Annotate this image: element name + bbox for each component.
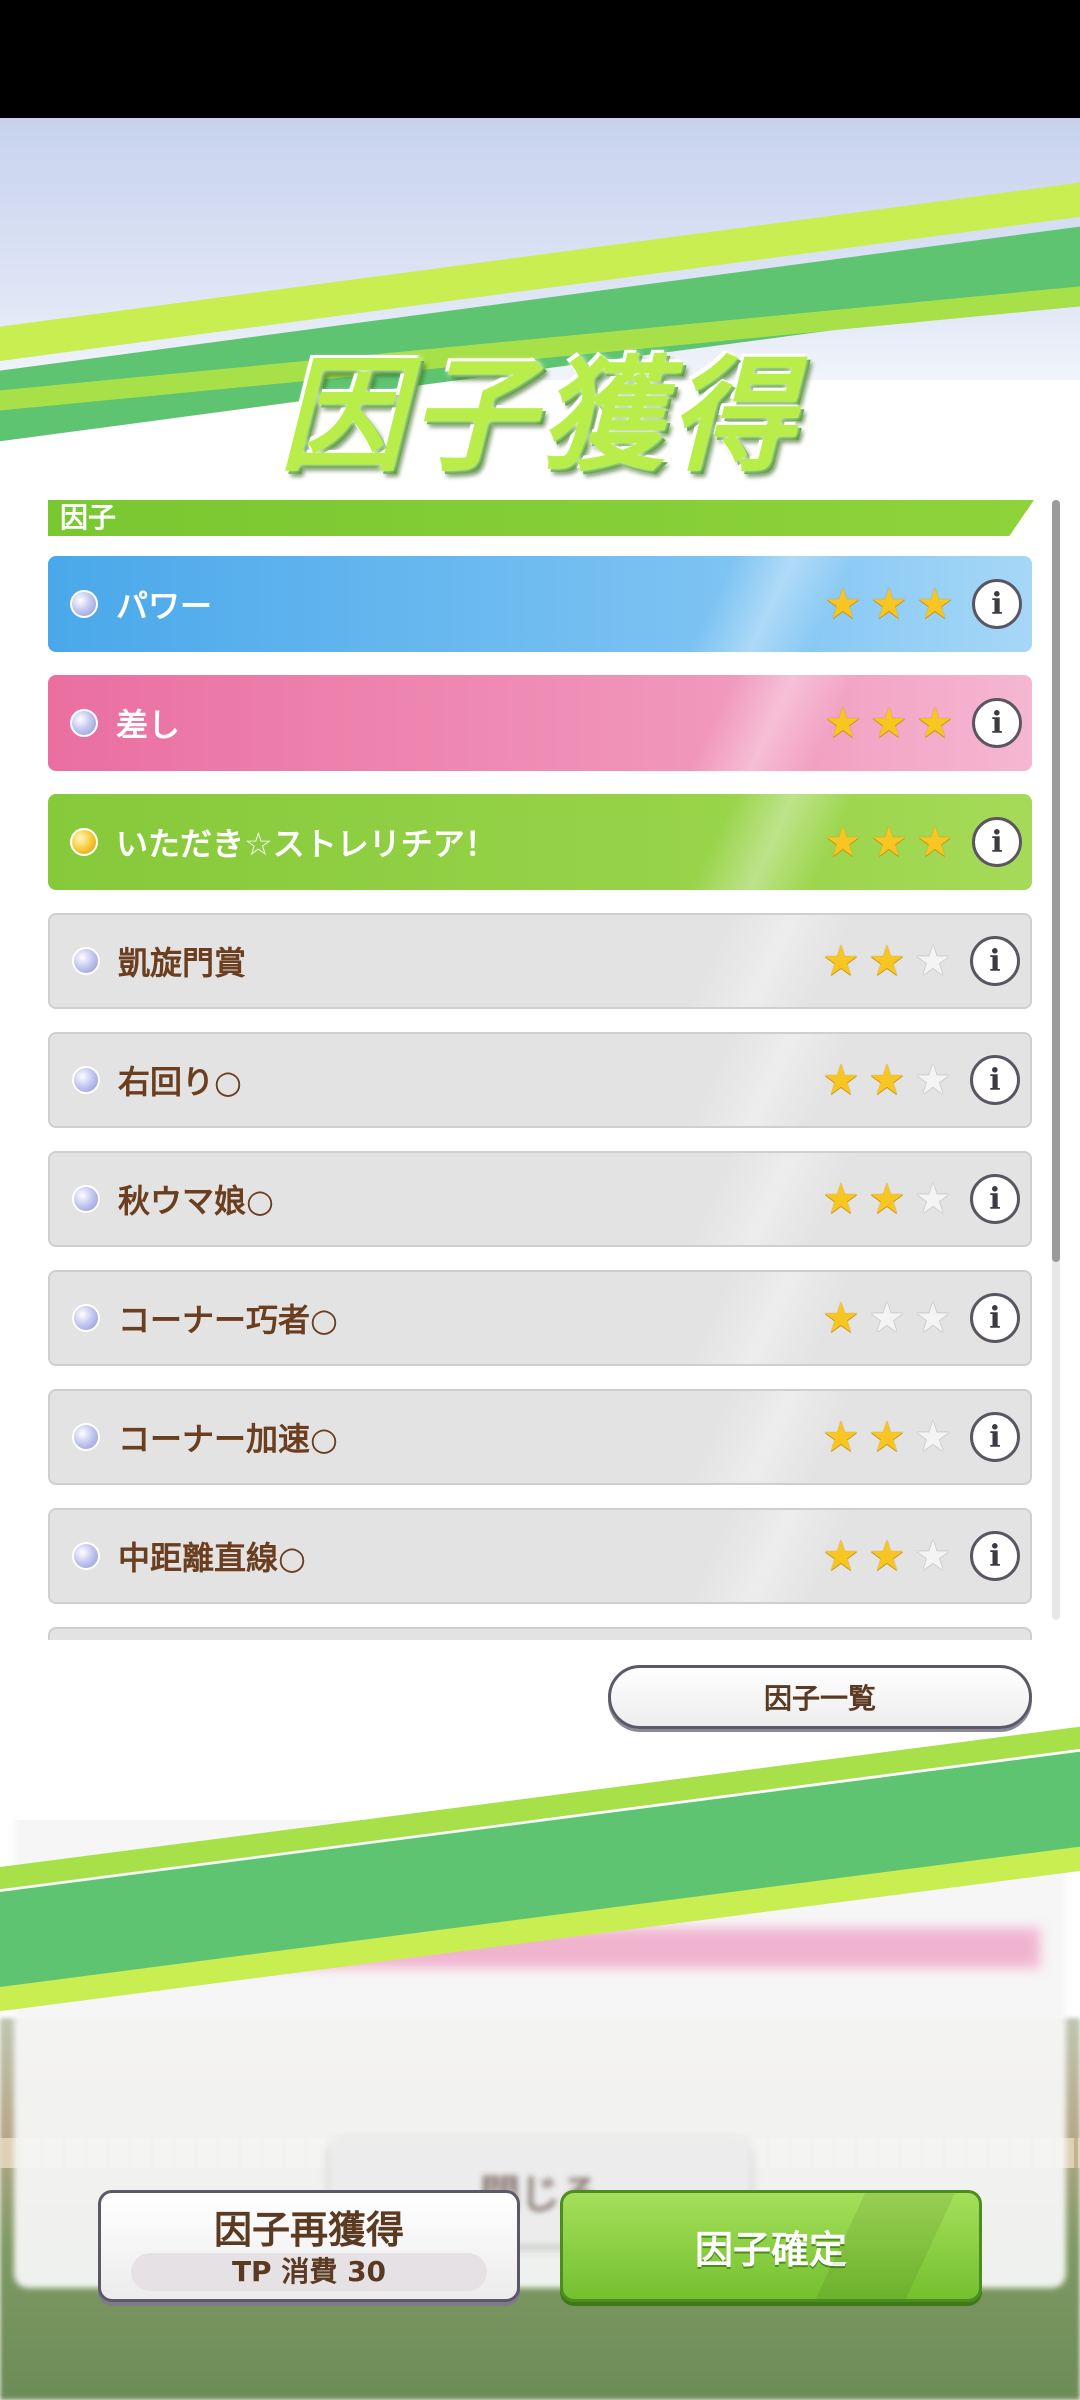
factor-bullet-icon xyxy=(72,1304,100,1332)
info-icon[interactable]: i xyxy=(970,1531,1020,1581)
factor-bullet-icon xyxy=(70,590,98,618)
star-empty-icon: ★ xyxy=(914,1055,952,1104)
star-empty-icon: ★ xyxy=(914,1412,952,1461)
info-icon[interactable]: i xyxy=(970,1412,1020,1462)
page-title: 因子獲得 xyxy=(279,345,800,489)
scrollbar-thumb[interactable] xyxy=(1052,500,1060,1262)
star-empty-icon: ★ xyxy=(914,1293,952,1342)
star-filled-icon: ★ xyxy=(916,817,954,866)
info-icon[interactable]: i xyxy=(972,579,1022,629)
reacquire-factor-button[interactable]: 因子再獲得 TP 消費 30 xyxy=(98,2190,520,2302)
reacquire-cost: TP 消費 30 xyxy=(131,2253,487,2291)
factor-row[interactable]: 凱旋門賞★★★i xyxy=(48,913,1032,1009)
factor-bullet-icon xyxy=(72,1185,100,1213)
list-scrollbar[interactable] xyxy=(1052,500,1060,1620)
factor-bullet-icon xyxy=(72,1066,100,1094)
factor-row[interactable]: 右回り○★★★i xyxy=(48,1032,1032,1128)
factor-list-button[interactable]: 因子一覧 xyxy=(608,1665,1032,1729)
info-icon[interactable]: i xyxy=(972,698,1022,748)
factor-bullet-icon xyxy=(72,947,100,975)
info-icon[interactable]: i xyxy=(970,1293,1020,1343)
factor-row[interactable]: パワー★★★i xyxy=(48,556,1032,652)
factor-bullet-icon xyxy=(70,828,98,856)
factor-row[interactable]: 秋ウマ娘○★★★i xyxy=(48,1151,1032,1247)
factor-row[interactable]: いただき☆ストレリチア！★★★i xyxy=(48,794,1032,890)
factor-row-partial[interactable] xyxy=(48,1627,1032,1640)
confirm-label: 因子確定 xyxy=(694,2227,847,2272)
info-icon[interactable]: i xyxy=(970,936,1020,986)
star-filled-icon: ★ xyxy=(916,579,954,628)
info-icon[interactable]: i xyxy=(970,1174,1020,1224)
factor-list[interactable]: パワー★★★i差し★★★iいただき☆ストレリチア！★★★i凱旋門賞★★★i右回り… xyxy=(48,556,1032,1640)
factor-row[interactable]: 中距離直線○★★★i xyxy=(48,1508,1032,1604)
info-icon[interactable]: i xyxy=(970,1055,1020,1105)
factor-bullet-icon xyxy=(70,709,98,737)
star-filled-icon: ★ xyxy=(916,698,954,747)
confirm-factor-button[interactable]: 因子確定 xyxy=(560,2190,982,2302)
factor-row[interactable]: 差し★★★i xyxy=(48,675,1032,771)
star-empty-icon: ★ xyxy=(914,1174,952,1223)
factor-bullet-icon xyxy=(72,1542,100,1570)
star-empty-icon: ★ xyxy=(914,936,952,985)
factor-row[interactable]: コーナー巧者○★★★i xyxy=(48,1270,1032,1366)
reacquire-label: 因子再獲得 xyxy=(213,2208,404,2252)
star-empty-icon: ★ xyxy=(914,1531,952,1580)
info-icon[interactable]: i xyxy=(972,817,1022,867)
factor-row[interactable]: コーナー加速○★★★i xyxy=(48,1389,1032,1485)
status-bar xyxy=(0,0,1080,118)
factor-bullet-icon xyxy=(72,1423,100,1451)
section-header: 因子 xyxy=(48,500,1034,536)
